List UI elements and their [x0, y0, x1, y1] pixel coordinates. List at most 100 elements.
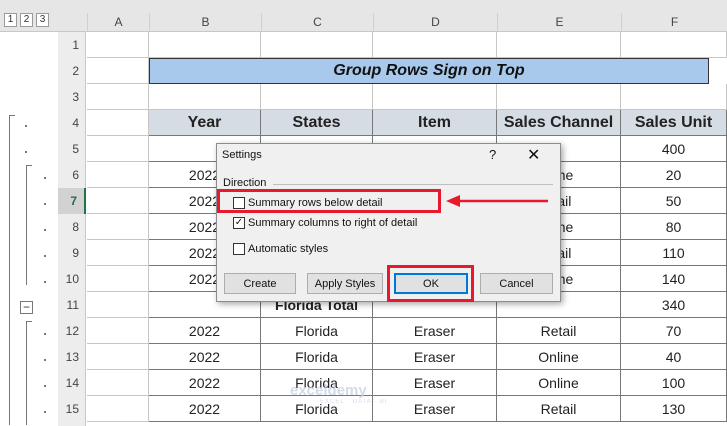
row-header-5[interactable]: 5	[58, 136, 86, 162]
outline-dot	[44, 359, 46, 361]
table-cell[interactable]: 2022	[149, 318, 261, 344]
column-header-c[interactable]: C	[261, 13, 373, 31]
outline-collapse-button[interactable]: −	[20, 301, 33, 314]
automatic-styles-checkbox[interactable]	[233, 243, 245, 255]
outline-level-1-button[interactable]: 1	[4, 13, 17, 27]
row-header-12[interactable]: 12	[58, 318, 86, 344]
summary-columns-checkbox[interactable]: ✓	[233, 217, 245, 229]
grid-cell[interactable]	[87, 396, 149, 422]
table-cell[interactable]: Florida	[261, 318, 373, 344]
row-header-4[interactable]: 4	[58, 110, 86, 136]
grid-cell[interactable]	[87, 188, 149, 214]
table-cell[interactable]: 130	[621, 396, 727, 422]
grid-cell[interactable]	[87, 32, 149, 58]
grid-cell[interactable]	[497, 32, 621, 58]
table-cell[interactable]: 20	[621, 162, 727, 188]
grid-cell[interactable]	[87, 318, 149, 344]
table-cell[interactable]: Online	[497, 370, 621, 396]
grid-cell[interactable]	[87, 58, 149, 84]
table-cell[interactable]: Eraser	[373, 396, 497, 422]
table-header-cell[interactable]: Sales Channel	[497, 110, 621, 136]
direction-group-label: Direction	[223, 177, 267, 189]
grid-cell[interactable]	[87, 240, 149, 266]
outline-bracket-level3	[26, 165, 27, 285]
column-header-b[interactable]: B	[149, 13, 261, 31]
cancel-button[interactable]: Cancel	[480, 273, 553, 294]
table-cell[interactable]: Florida	[261, 344, 373, 370]
grid-cell[interactable]	[373, 32, 497, 58]
table-cell[interactable]: 110	[621, 240, 727, 266]
column-header-d[interactable]: D	[373, 13, 497, 31]
grid-cell[interactable]	[149, 32, 261, 58]
row-header-6[interactable]: 6	[58, 162, 86, 188]
grid-cell[interactable]	[87, 84, 149, 110]
table-cell[interactable]: 40	[621, 344, 727, 370]
outline-dot	[44, 203, 46, 205]
help-icon[interactable]: ?	[489, 147, 496, 162]
grid-cell[interactable]	[261, 32, 373, 58]
create-button[interactable]: Create	[224, 273, 296, 294]
table-cell[interactable]: 70	[621, 318, 727, 344]
table-cell[interactable]: 50	[621, 188, 727, 214]
row-header-1[interactable]: 1	[58, 32, 86, 58]
table-header-cell[interactable]: States	[261, 110, 373, 136]
row-header-13[interactable]: 13	[58, 344, 86, 370]
grid-cell[interactable]	[87, 162, 149, 188]
column-header-e[interactable]: E	[497, 13, 621, 31]
column-header-a[interactable]: A	[87, 13, 149, 31]
grid-cell[interactable]	[87, 266, 149, 292]
table-cell[interactable]: 2022	[149, 344, 261, 370]
table-cell[interactable]: 340	[621, 292, 727, 318]
automatic-styles-option[interactable]: Automatic styles	[233, 243, 328, 255]
grid-cell[interactable]	[261, 84, 373, 110]
summary-columns-label: Summary columns to right of detail	[248, 217, 418, 229]
outline-dot	[44, 411, 46, 413]
grid-cell[interactable]	[87, 214, 149, 240]
annotation-highlight-rows-option	[217, 189, 441, 213]
table-header-cell[interactable]: Item	[373, 110, 497, 136]
table-cell[interactable]: Retail	[497, 396, 621, 422]
row-header-2[interactable]: 2	[58, 58, 86, 84]
table-cell[interactable]: Eraser	[373, 370, 497, 396]
close-icon[interactable]: ✕	[527, 145, 540, 165]
grid-cell[interactable]	[497, 84, 621, 110]
row-header-14[interactable]: 14	[58, 370, 86, 396]
grid-cell[interactable]	[149, 84, 261, 110]
table-header-cell[interactable]: Year	[149, 110, 261, 136]
outline-level-2-button[interactable]: 2	[20, 13, 33, 27]
row-header-7[interactable]: 7	[58, 188, 86, 214]
grid-cell[interactable]	[87, 344, 149, 370]
table-cell[interactable]: 100	[621, 370, 727, 396]
apply-styles-button[interactable]: Apply Styles	[307, 273, 383, 294]
grid-cell[interactable]	[87, 370, 149, 396]
automatic-styles-label: Automatic styles	[248, 243, 329, 255]
table-cell[interactable]: Eraser	[373, 344, 497, 370]
title-banner[interactable]: Group Rows Sign on Top	[149, 58, 709, 84]
row-header-11[interactable]: 11	[58, 292, 86, 318]
table-cell[interactable]: 140	[621, 266, 727, 292]
table-cell[interactable]: Online	[497, 344, 621, 370]
outline-level-3-button[interactable]: 3	[36, 13, 49, 27]
summary-columns-right-option[interactable]: ✓ Summary columns to right of detail	[233, 217, 417, 229]
row-header-3[interactable]: 3	[58, 84, 86, 110]
table-cell[interactable]: Eraser	[373, 318, 497, 344]
row-header-15[interactable]: 15	[58, 396, 86, 422]
table-cell[interactable]: 2022	[149, 396, 261, 422]
grid-cell[interactable]	[621, 84, 727, 110]
grid-cell[interactable]	[87, 292, 149, 318]
table-cell[interactable]: 400	[621, 136, 727, 162]
column-header-f[interactable]: F	[621, 13, 727, 31]
table-header-cell[interactable]: Sales Unit	[621, 110, 727, 136]
grid-cell[interactable]	[621, 32, 727, 58]
table-cell[interactable]: 80	[621, 214, 727, 240]
grid-cell[interactable]	[373, 84, 497, 110]
grid-cell[interactable]	[87, 136, 149, 162]
row-header-9[interactable]: 9	[58, 240, 86, 266]
table-cell[interactable]: Retail	[497, 318, 621, 344]
watermark-subtitle: EXCEL · DATA · BI	[320, 399, 388, 405]
row-header-10[interactable]: 10	[58, 266, 86, 292]
row-header-8[interactable]: 8	[58, 214, 86, 240]
group-divider	[273, 184, 553, 185]
grid-cell[interactable]	[87, 110, 149, 136]
table-cell[interactable]: 2022	[149, 370, 261, 396]
